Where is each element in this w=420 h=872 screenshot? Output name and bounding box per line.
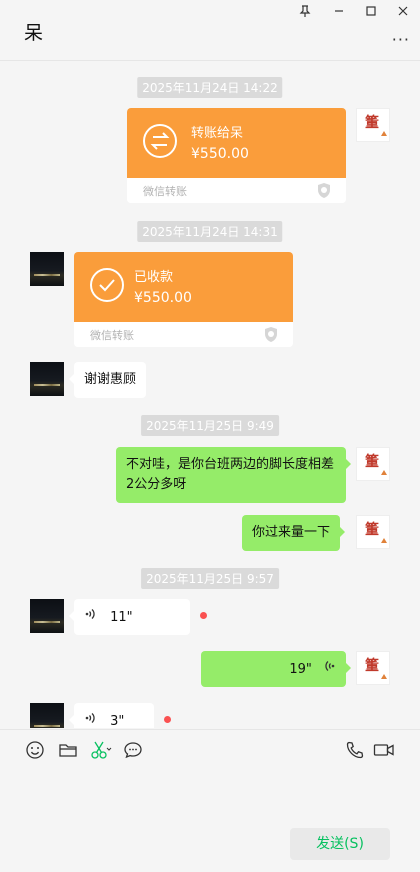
my-avatar[interactable]: 箽: [356, 651, 390, 685]
timestamp: 2025年11月25日 9:49: [141, 415, 279, 436]
voice-duration: 3": [110, 714, 125, 728]
close-icon[interactable]: [395, 4, 411, 20]
my-avatar[interactable]: 箽: [356, 108, 390, 142]
shield-icon: [316, 182, 332, 203]
timestamp: 2025年11月24日 14:31: [137, 221, 283, 242]
transfer-brand: 微信转账: [143, 185, 187, 198]
voice-message[interactable]: 3": [69, 703, 154, 728]
contact-avatar[interactable]: [30, 252, 64, 286]
scissors-icon[interactable]: [90, 740, 112, 760]
emoji-icon[interactable]: [25, 740, 45, 760]
transfer-brand: 微信转账: [90, 329, 134, 342]
chat-title: 呆: [24, 22, 44, 44]
my-avatar[interactable]: 箽: [356, 447, 390, 481]
chat-bubble-icon[interactable]: [123, 740, 143, 760]
transfer-title: 已收款: [134, 270, 174, 285]
contact-avatar[interactable]: [30, 362, 64, 396]
pin-icon[interactable]: [297, 4, 313, 20]
shield-icon: [263, 326, 279, 347]
voice-message[interactable]: 11": [69, 599, 190, 635]
input-toolbar: [0, 729, 420, 770]
voice-wave-icon: [322, 659, 336, 680]
my-avatar[interactable]: 箽: [356, 515, 390, 549]
send-button[interactable]: 发送(S): [290, 828, 390, 860]
more-options-icon[interactable]: ···: [392, 30, 410, 49]
unread-dot: [200, 612, 207, 619]
transfer-title: 转账给呆: [191, 126, 244, 141]
phone-icon[interactable]: [345, 740, 365, 760]
timestamp: 2025年11月24日 14:22: [137, 77, 283, 98]
voice-duration: 19": [289, 662, 312, 677]
transfer-received-card[interactable]: 已收款 ¥550.00 微信转账: [74, 252, 293, 347]
title-bar: 呆 ···: [0, 0, 420, 61]
message-bubble[interactable]: 你过来量一下: [242, 515, 346, 551]
voice-message[interactable]: 19": [201, 651, 351, 687]
maximize-icon[interactable]: [363, 4, 379, 20]
contact-avatar[interactable]: [30, 599, 64, 633]
message-bubble[interactable]: 不对哇，是你台班两边的脚长度相差2公分多呀: [116, 447, 351, 503]
voice-wave-icon: [84, 607, 98, 628]
message-bubble[interactable]: 谢谢惠顾: [68, 362, 147, 398]
voice-wave-icon: [84, 711, 98, 728]
voice-duration: 11": [110, 610, 133, 625]
chat-history[interactable]: 2025年11月24日 14:22 转账给呆 ¥550.00 微信转账 箽 20…: [0, 61, 420, 728]
minimize-icon[interactable]: [331, 4, 347, 20]
unread-dot: [164, 716, 171, 723]
video-call-icon[interactable]: [373, 740, 395, 760]
transfer-amount: ¥550.00: [191, 146, 249, 162]
check-icon: [90, 268, 124, 302]
transfer-amount: ¥550.00: [134, 290, 192, 306]
transfer-arrows-icon: [143, 124, 177, 158]
timestamp: 2025年11月25日 9:57: [141, 568, 279, 589]
folder-icon[interactable]: [58, 740, 78, 760]
contact-avatar[interactable]: [30, 703, 64, 728]
transfer-sent-card[interactable]: 转账给呆 ¥550.00 微信转账: [127, 108, 346, 203]
